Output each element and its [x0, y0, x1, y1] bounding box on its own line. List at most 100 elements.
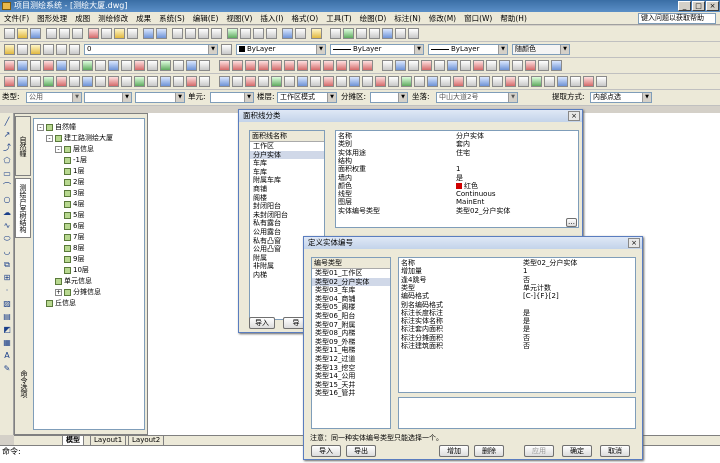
add-selected-icon[interactable]: ✎	[2, 364, 12, 374]
tool-g-icon[interactable]	[82, 60, 93, 71]
tree-node[interactable]: - 层信息	[55, 144, 94, 154]
linetype-combo[interactable]: ByLayer ▼	[330, 44, 424, 55]
location-combo[interactable]: 中山大道2号 ▼	[436, 92, 518, 103]
tool-bg-icon[interactable]	[82, 76, 93, 87]
tree-node[interactable]: 5层	[64, 210, 84, 220]
tool-bm-icon[interactable]	[160, 76, 171, 87]
tree-node[interactable]: 6层	[64, 221, 84, 231]
menu-system[interactable]: 系统(S)	[155, 12, 189, 25]
tool-bz-icon[interactable]	[336, 76, 347, 87]
tool-k-icon[interactable]	[134, 60, 145, 71]
number-type-list[interactable]: 编号类型 类型01_工作区 类型02_分户实体 类型03_车库 类型04_商铺 类型05…	[311, 257, 391, 429]
list-item[interactable]: 类型14_公用	[312, 372, 390, 381]
new-icon[interactable]	[4, 28, 15, 39]
tool-bn-icon[interactable]	[173, 76, 184, 87]
tab-unit-tree[interactable]: 测绘户室树结构	[15, 178, 31, 238]
zoom-realtime-icon[interactable]	[185, 28, 196, 39]
arc-icon[interactable]: ⌒	[2, 182, 12, 192]
tool-bi-icon[interactable]	[108, 76, 119, 87]
lightbulb-icon[interactable]	[30, 44, 41, 55]
tool-p-icon[interactable]	[199, 60, 210, 71]
type-combo[interactable]: 公用 ▼	[26, 92, 82, 103]
tool-an-icon[interactable]	[525, 60, 536, 71]
workspace-icon[interactable]	[408, 28, 419, 39]
tool-aa-icon[interactable]	[349, 60, 360, 71]
delete-button[interactable]: 删除	[474, 445, 504, 457]
tool-bv-icon[interactable]	[284, 76, 295, 87]
print-preview-icon[interactable]	[59, 28, 70, 39]
tool-cn-icon[interactable]	[518, 76, 529, 87]
tool-ap-icon[interactable]	[551, 60, 562, 71]
tree-node[interactable]: 9层	[64, 254, 84, 264]
tool-ae-icon[interactable]	[408, 60, 419, 71]
property-row[interactable]: 墙内 是	[336, 174, 578, 182]
tree-node[interactable]: + 分摊信息	[55, 287, 101, 297]
tool-af-icon[interactable]	[421, 60, 432, 71]
collapse-icon[interactable]: -	[46, 134, 53, 142]
menu-file[interactable]: 文件(F)	[0, 12, 33, 25]
chevron-down-icon[interactable]: ▼	[398, 93, 407, 102]
plotstyle-combo[interactable]: 随颜色 ▼	[512, 44, 570, 55]
tool-bd-icon[interactable]	[43, 76, 54, 87]
polyline-icon[interactable]: ⤴	[2, 143, 12, 153]
property-row[interactable]: 实体用途 住宅	[336, 149, 578, 157]
tool-palette-icon[interactable]	[253, 28, 264, 39]
list-item[interactable]: 类型01_工作区	[312, 269, 390, 278]
revcloud-icon[interactable]: ☁	[2, 208, 12, 218]
collapse-icon[interactable]: -	[55, 145, 62, 153]
lock-icon[interactable]	[56, 44, 67, 55]
layer-icon[interactable]	[17, 44, 28, 55]
tool-ca-icon[interactable]	[349, 76, 360, 87]
minimize-button[interactable]: _	[678, 1, 691, 11]
tool-bw-icon[interactable]	[297, 76, 308, 87]
list-item[interactable]: 车库	[250, 159, 324, 168]
sun-icon[interactable]	[43, 44, 54, 55]
tool-ao-icon[interactable]	[538, 60, 549, 71]
command-options-tab[interactable]: 命令选项	[15, 364, 31, 404]
tool-ah-icon[interactable]	[447, 60, 458, 71]
property-row[interactable]: 标注长度标注 是	[399, 309, 635, 317]
list-item[interactable]: 类型02_分户实体	[312, 277, 390, 287]
tree-node[interactable]: - 自然幢	[37, 122, 76, 132]
chevron-down-icon[interactable]: ▼	[642, 93, 651, 102]
list-item[interactable]: 商铺	[250, 185, 324, 194]
chevron-down-icon[interactable]: ▼	[414, 45, 423, 54]
mtext-icon[interactable]: A	[2, 351, 12, 361]
tool-ch-icon[interactable]	[440, 76, 451, 87]
list-item[interactable]: 类型08_内梯	[312, 329, 390, 338]
chevron-down-icon[interactable]: ▼	[122, 93, 131, 102]
property-row[interactable]: 标注建筑面积 否	[399, 342, 635, 350]
polygon-icon[interactable]: ⬠	[2, 156, 12, 166]
chevron-down-icon[interactable]: ▼	[244, 93, 253, 102]
type-sub2-combo[interactable]: ▼	[135, 92, 185, 103]
list-item[interactable]: 类型05_阁楼	[312, 303, 390, 312]
ok-button[interactable]: 确定	[562, 445, 592, 457]
tool-ct-icon[interactable]	[596, 76, 607, 87]
tool-cp-icon[interactable]	[544, 76, 555, 87]
browse-button[interactable]: …	[566, 218, 577, 227]
hatch-icon[interactable]: ▨	[2, 299, 12, 309]
tool-am-icon[interactable]	[512, 60, 523, 71]
tool-ai-icon[interactable]	[460, 60, 471, 71]
property-row[interactable]: 结构	[336, 157, 578, 165]
menu-mapping[interactable]: 成图	[71, 12, 94, 25]
tool-cq-icon[interactable]	[557, 76, 568, 87]
cut-icon[interactable]	[88, 28, 99, 39]
point-icon[interactable]: ·	[2, 286, 12, 296]
tool-cj-icon[interactable]	[466, 76, 477, 87]
menu-window[interactable]: 窗口(W)	[460, 12, 496, 25]
import-button[interactable]: 导入	[249, 317, 275, 329]
markup-icon[interactable]	[282, 28, 293, 39]
menu-format[interactable]: 格式(O)	[287, 12, 322, 25]
property-row[interactable]: 增加量 1	[399, 267, 635, 275]
chevron-down-icon[interactable]: ▼	[560, 45, 569, 54]
tool-a-icon[interactable]	[4, 60, 15, 71]
tool-co-icon[interactable]	[531, 76, 542, 87]
chevron-down-icon[interactable]: ▼	[327, 93, 336, 102]
tree-node[interactable]: 4层	[64, 199, 84, 209]
property-row[interactable]: 标注分摊面积 否	[399, 334, 635, 342]
list-item[interactable]: 分户实体	[250, 150, 324, 160]
dim-style-icon[interactable]	[369, 28, 380, 39]
list-item[interactable]: 类型07_附属	[312, 321, 390, 330]
color-combo[interactable]: ByLayer ▼	[236, 44, 326, 55]
